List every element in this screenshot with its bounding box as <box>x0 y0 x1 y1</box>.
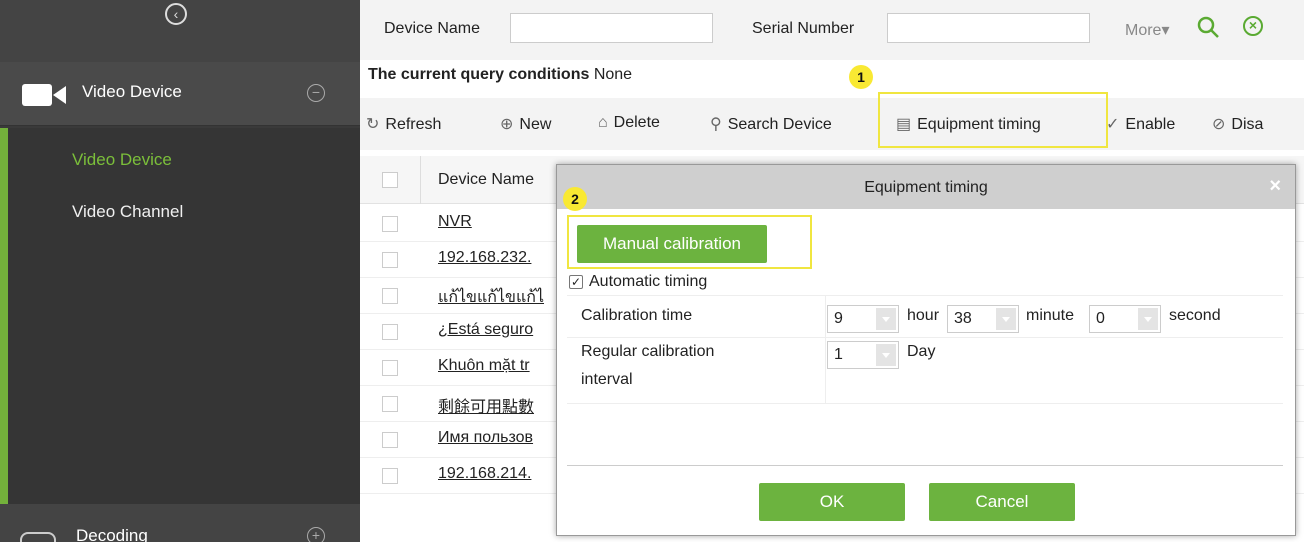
device-name-link[interactable]: 192.168.232. <box>438 249 553 267</box>
video-camera-icon <box>22 84 66 106</box>
select-all-checkbox[interactable] <box>382 172 398 188</box>
serial-number-input[interactable] <box>887 13 1090 43</box>
highlight-box-step2 <box>567 215 812 269</box>
form-row-divider <box>567 403 1283 404</box>
serial-number-label: Serial Number <box>752 20 855 37</box>
sidebar-footer-title: Decoding <box>76 526 148 542</box>
step-badge-2: 2 <box>563 187 587 211</box>
refresh-label: Refresh <box>385 116 442 133</box>
calibration-time-label: Calibration time <box>581 307 693 324</box>
device-name-link[interactable]: แก้ไขแก้ไขแก้ไ <box>438 285 553 310</box>
row-checkbox[interactable] <box>382 432 398 448</box>
row-checkbox[interactable] <box>382 324 398 340</box>
interval-unit-label: Day <box>907 343 936 360</box>
device-name-label: Device Name <box>384 20 481 37</box>
device-name-link[interactable]: 剩餘可用點數 <box>438 393 553 417</box>
dialog-header: Equipment timing × <box>557 165 1295 209</box>
sidebar-top: ‹ <box>0 0 360 62</box>
chevron-down-icon <box>876 308 896 330</box>
sidebar-item-video-device[interactable]: Video Device <box>72 150 172 170</box>
delete-label: Delete <box>613 114 660 131</box>
highlight-box-step1 <box>878 92 1108 148</box>
hour-select[interactable]: 9 <box>827 305 899 333</box>
column-header-device-name: Device Name <box>438 171 535 188</box>
dialog-title: Equipment timing <box>864 179 988 196</box>
query-conditions-value: None <box>593 66 633 83</box>
search-bar: Device Name Serial Number More▾ × <box>360 0 1304 60</box>
chevron-down-icon <box>1138 308 1158 330</box>
close-icon[interactable]: × <box>1269 175 1281 198</box>
refresh-icon: ↻ <box>366 116 380 133</box>
new-button[interactable]: ⊕ New <box>500 114 551 134</box>
chevron-down-icon <box>996 308 1016 330</box>
refresh-button[interactable]: ↻ Refresh <box>366 114 441 134</box>
form-column-divider <box>825 295 826 403</box>
automatic-timing-label: Automatic timing <box>589 273 708 290</box>
enable-label: Enable <box>1125 116 1176 133</box>
row-checkbox[interactable] <box>382 288 398 304</box>
toolbar: ↻ Refresh ⊕ New ⌂ Delete ⚲ Search Device ▤ Eq… <box>360 98 1304 150</box>
ok-button[interactable]: OK <box>759 483 905 521</box>
interval-select[interactable]: 1 <box>827 341 899 369</box>
interval-label-line1: Regular calibration <box>581 343 715 360</box>
interval-label-line2: interval <box>581 371 633 388</box>
row-checkbox[interactable] <box>382 468 398 484</box>
hour-value: 9 <box>834 310 843 327</box>
sidebar-submenu: Video Device Video Channel <box>0 128 360 504</box>
clear-search-icon[interactable]: × <box>1243 16 1263 36</box>
new-icon: ⊕ <box>500 116 514 133</box>
device-name-input[interactable] <box>510 13 713 43</box>
checkmark-icon: ✓ <box>1106 116 1120 133</box>
sidebar-section-header[interactable]: Video Device − <box>0 62 360 126</box>
minute-value: 38 <box>954 310 972 327</box>
automatic-timing-checkbox[interactable]: ✓ <box>569 275 583 289</box>
query-conditions-label: The current query conditions <box>368 66 590 83</box>
device-name-link[interactable]: ¿Está seguro <box>438 321 553 339</box>
form-row-divider <box>567 295 1283 296</box>
sidebar-item-video-channel[interactable]: Video Channel <box>72 202 183 222</box>
more-dropdown[interactable]: More▾ <box>1125 20 1169 40</box>
device-name-link[interactable]: Имя пользов <box>438 429 553 447</box>
chevron-down-icon <box>876 344 896 366</box>
expand-section-icon[interactable]: + <box>307 527 325 542</box>
collapse-section-icon[interactable]: − <box>307 84 325 102</box>
minute-label: minute <box>1026 307 1075 324</box>
row-checkbox[interactable] <box>382 360 398 376</box>
delete-button[interactable]: ⌂ Delete <box>598 114 660 132</box>
column-divider <box>420 156 421 204</box>
step-badge-1: 1 <box>849 65 873 89</box>
search-device-button[interactable]: ⚲ Search Device <box>710 114 832 134</box>
second-select[interactable]: 0 <box>1089 305 1161 333</box>
search-device-label: Search Device <box>727 116 832 133</box>
search-icon[interactable] <box>1197 16 1219 38</box>
hour-label: hour <box>907 307 940 324</box>
delete-icon: ⌂ <box>598 114 608 131</box>
dialog-footer-divider <box>567 465 1283 466</box>
sidebar-section-title: Video Device <box>82 82 182 101</box>
device-name-link[interactable]: NVR <box>438 213 553 231</box>
sidebar-section-decoding[interactable]: Decoding + <box>0 504 360 542</box>
row-checkbox[interactable] <box>382 252 398 268</box>
minute-select[interactable]: 38 <box>947 305 1019 333</box>
row-checkbox[interactable] <box>382 216 398 232</box>
search-device-icon: ⚲ <box>710 116 722 133</box>
interval-value: 1 <box>834 346 843 363</box>
new-label: New <box>519 116 552 133</box>
enable-button[interactable]: ✓ Enable <box>1106 114 1175 134</box>
second-label: second <box>1169 307 1221 324</box>
equipment-timing-dialog: Equipment timing × Manual calibration 2 … <box>556 164 1296 536</box>
disable-icon: ⊘ <box>1212 116 1226 133</box>
second-value: 0 <box>1096 310 1105 327</box>
disable-button[interactable]: ⊘ Disa <box>1212 114 1263 134</box>
sidebar: ‹ Video Device − Video Device Video Chan… <box>0 0 360 542</box>
row-checkbox[interactable] <box>382 396 398 412</box>
disable-label: Disa <box>1231 116 1264 133</box>
query-conditions: The current query conditions None <box>368 66 632 84</box>
device-name-link[interactable]: Khuôn mặt tr <box>438 357 553 375</box>
form-row-divider <box>567 337 1283 338</box>
collapse-sidebar-icon[interactable]: ‹ <box>165 3 187 25</box>
device-name-link[interactable]: 192.168.214. <box>438 465 553 483</box>
decoder-icon <box>20 532 56 542</box>
cancel-button[interactable]: Cancel <box>929 483 1075 521</box>
